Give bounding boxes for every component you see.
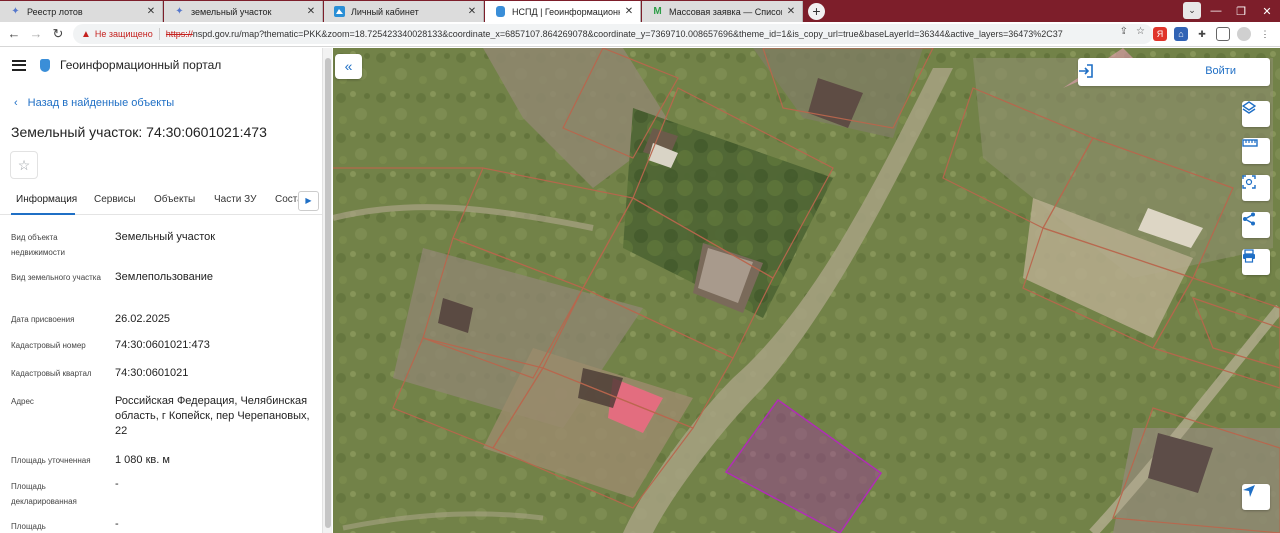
property-label: Кадастровый квартал: [11, 369, 92, 378]
property-label: Адрес: [11, 397, 34, 406]
login-button[interactable]: Войти: [1078, 58, 1270, 86]
address-bar[interactable]: ▲ Не защищено https://nspd.gov.ru/map?th…: [73, 24, 1153, 44]
select-area-icon[interactable]: [1242, 175, 1270, 201]
browser-tab-mass-request[interactable]: M Массовая заявка — Список зая ✕: [642, 1, 803, 22]
tab-title: Реестр лотов: [27, 6, 83, 17]
sidebar-icon[interactable]: [1216, 27, 1230, 41]
close-icon[interactable]: ✕: [306, 6, 316, 17]
satellite-imagery: [333, 48, 1280, 533]
back-link-label: Назад в найденные объекты: [27, 97, 175, 109]
property-label: Вид земельного участка: [11, 273, 101, 282]
close-icon[interactable]: ✕: [624, 6, 634, 17]
new-tab-button[interactable]: +: [808, 3, 825, 20]
active-tab-indicator: [11, 213, 75, 215]
property-value: 26.02.2025: [115, 313, 171, 325]
forward-arrow-icon[interactable]: →: [25, 23, 47, 45]
menu-icon[interactable]: [12, 59, 26, 71]
property-label: Вид объекта недвижимости: [11, 233, 65, 257]
warning-icon: ▲: [81, 28, 91, 40]
tab-title: Массовая заявка — Список зая: [669, 6, 782, 17]
chevron-down-icon[interactable]: ⌄: [1183, 2, 1201, 19]
puzzle-icon[interactable]: ✚: [1195, 27, 1209, 41]
globe-icon: ✦: [11, 6, 20, 17]
back-arrow-icon[interactable]: ←: [3, 23, 25, 45]
extension-icon[interactable]: ⌂: [1174, 27, 1188, 41]
portal-icon: [495, 6, 506, 17]
tabs-scroll-right-icon[interactable]: ▶: [298, 191, 319, 211]
close-icon[interactable]: ✕: [467, 6, 477, 17]
browser-tab-nspd[interactable]: НСПД | Геоинформационный п ✕: [485, 1, 641, 22]
print-icon[interactable]: [1242, 249, 1270, 275]
browser-tab-strip: ✦ Реестр лотов ✕ ✦ земельный участок ✕ Л…: [0, 0, 1280, 22]
maximize-icon[interactable]: ❐: [1228, 0, 1254, 22]
bookmark-star-icon[interactable]: ☆: [1136, 26, 1145, 37]
avatar[interactable]: [1237, 27, 1251, 41]
portal-logo: [40, 58, 50, 72]
cabinet-icon: [334, 6, 345, 17]
favorite-star-icon[interactable]: ☆: [10, 151, 38, 179]
property-label: Дата присвоения: [11, 315, 75, 324]
chevron-left-icon: ‹: [14, 97, 18, 109]
map-view[interactable]: « Войти: [333, 48, 1280, 533]
tab-objects[interactable]: Объекты: [154, 194, 195, 205]
collapse-panel-icon[interactable]: «: [335, 54, 362, 79]
globe-icon: ✦: [175, 6, 184, 17]
property-value: 1 080 кв. м: [115, 454, 170, 466]
login-icon: [1079, 64, 1093, 78]
browser-tab-lots-registry[interactable]: ✦ Реестр лотов ✕: [0, 1, 163, 22]
share-icon[interactable]: [1242, 212, 1270, 238]
security-status: Не защищено: [94, 29, 153, 39]
portal-header: Геоинформационный портал: [12, 58, 221, 72]
property-value: Земельный участок: [115, 231, 216, 243]
page-title: Земельный участок: 74:30:0601021:473: [11, 124, 267, 140]
browser-tab-land-plot[interactable]: ✦ земельный участок ✕: [164, 1, 323, 22]
url-text[interactable]: https://nspd.gov.ru/map?thematic=PKK&zoo…: [166, 29, 1096, 39]
property-value: 74:30:0601021:473: [115, 339, 210, 351]
tab-services[interactable]: Сервисы: [94, 194, 135, 205]
tab-information[interactable]: Информация: [16, 194, 77, 205]
tab-title: земельный участок: [191, 6, 272, 17]
gmail-icon: M: [653, 6, 662, 17]
url-scheme: https://: [165, 29, 193, 39]
url-rest: nspd.gov.ru/map?thematic=PKK&zoom=18.725…: [192, 29, 1063, 39]
yandex-extension-icon[interactable]: Я: [1153, 27, 1167, 41]
portal-title: Геоинформационный портал: [60, 58, 222, 72]
object-panel: Геоинформационный портал ‹ Назад в найде…: [0, 48, 322, 533]
scrollbar-thumb[interactable]: [325, 58, 331, 528]
ruler-icon[interactable]: [1242, 138, 1270, 164]
property-value: -: [115, 518, 119, 530]
browser-tab-personal-cabinet[interactable]: Личный кабинет ✕: [324, 1, 484, 22]
window-close-icon[interactable]: ✕: [1254, 0, 1280, 22]
property-label: Площадь: [11, 522, 46, 531]
tab-parts[interactable]: Части ЗУ: [214, 194, 256, 205]
login-label: Войти: [1205, 65, 1236, 77]
reload-icon[interactable]: ↻: [47, 23, 69, 45]
property-value: Российская Федерация, Челябинская област…: [115, 395, 310, 437]
separator: [158, 28, 160, 40]
property-value: 74:30:0601021: [115, 367, 189, 379]
more-menu-icon[interactable]: ⋮: [1258, 27, 1272, 41]
locate-icon[interactable]: [1242, 484, 1270, 510]
tab-title: НСПД | Геоинформационный п: [512, 6, 620, 17]
back-to-results-link[interactable]: ‹ Назад в найденные объекты: [14, 97, 174, 109]
minimize-icon[interactable]: —: [1203, 0, 1229, 22]
property-label: Кадастровый номер: [11, 341, 86, 350]
close-icon[interactable]: ✕: [786, 6, 796, 17]
property-value: Землепользование: [115, 271, 214, 283]
property-value: -: [115, 478, 119, 490]
tab-title: Личный кабинет: [351, 6, 419, 17]
property-label: Площадь уточненная: [11, 456, 91, 465]
share-page-icon[interactable]: ⇪: [1120, 26, 1128, 37]
object-tabs: Информация Сервисы Объекты Части ЗУ Сост…: [0, 187, 322, 215]
close-icon[interactable]: ✕: [146, 6, 156, 17]
property-label: Площадь декларированная: [11, 482, 77, 506]
browser-toolbar: ← → ↻ ▲ Не защищено https://nspd.gov.ru/…: [0, 22, 1280, 47]
layers-icon[interactable]: [1242, 101, 1270, 127]
panel-scrollbar[interactable]: [322, 48, 332, 533]
